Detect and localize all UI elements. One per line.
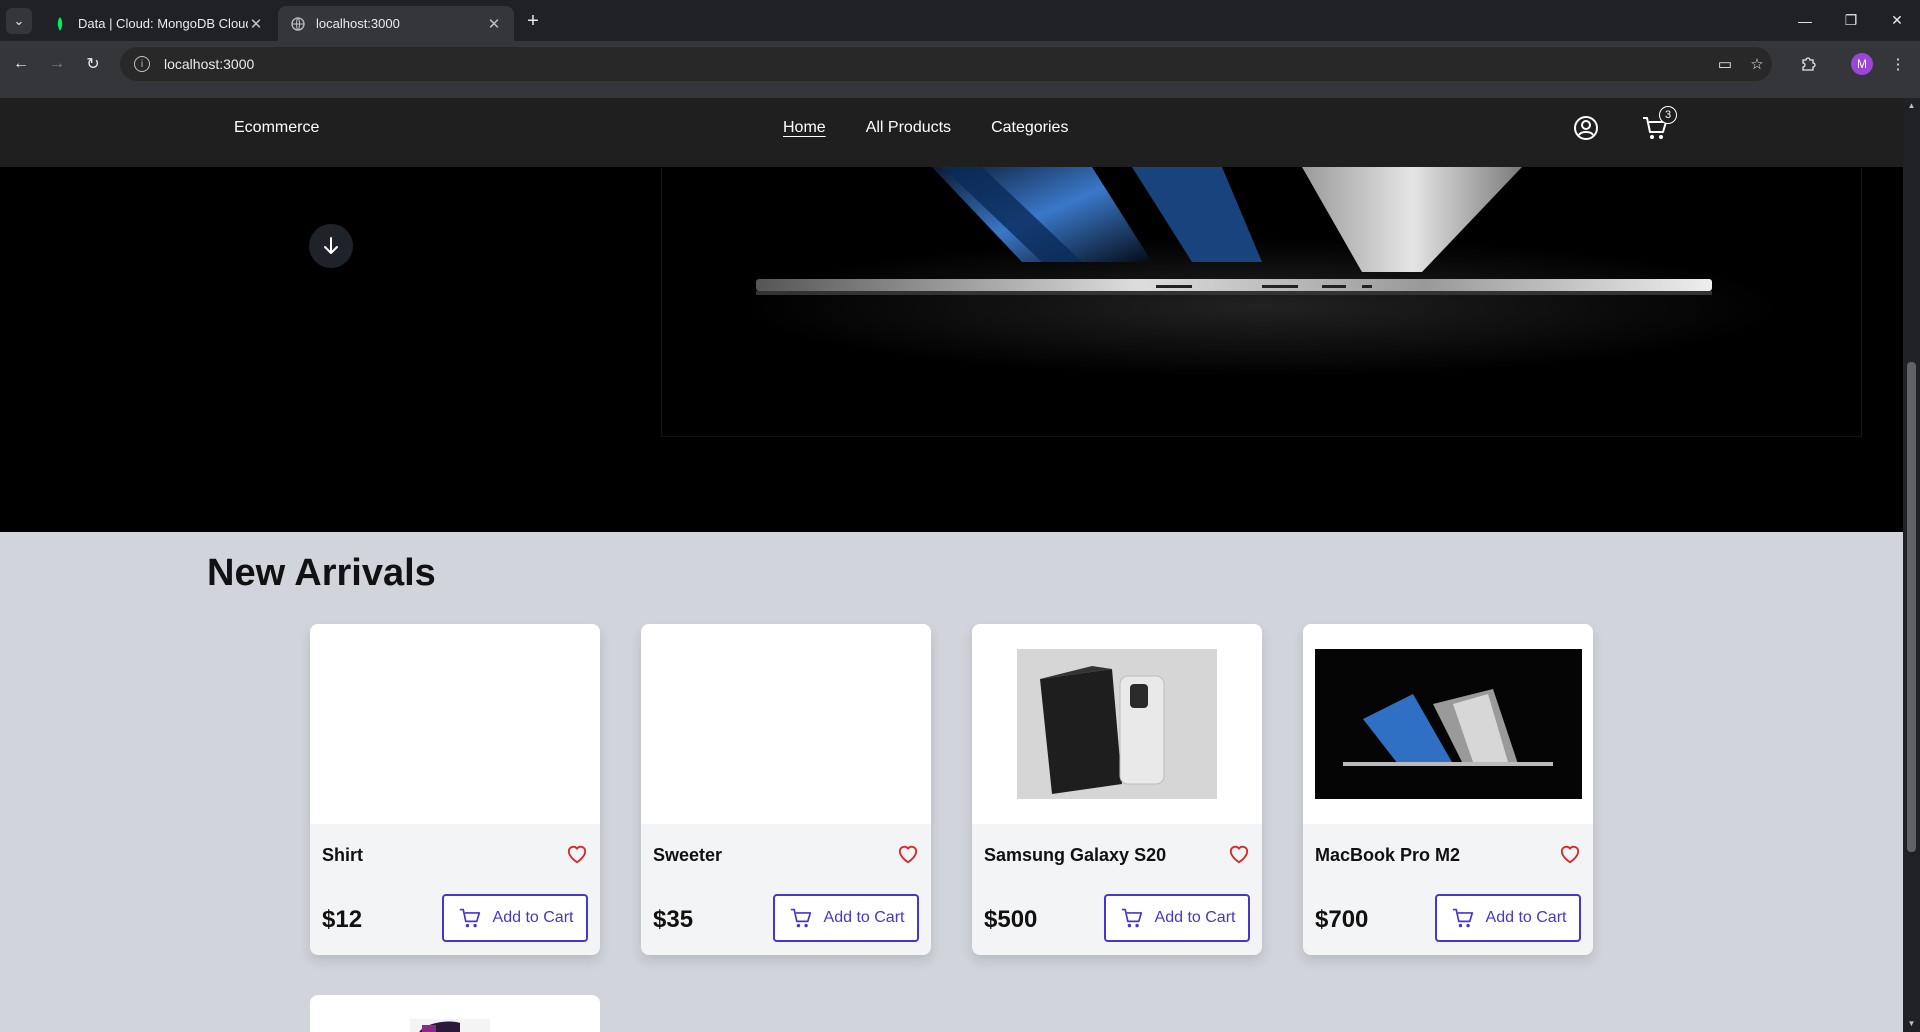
scroll-down-button[interactable] xyxy=(309,224,353,268)
back-arrow-icon[interactable]: ← xyxy=(8,51,34,77)
browser-chrome: ⌄ Data | Cloud: MongoDB Cloud ✕ localhos… xyxy=(0,0,1920,98)
nav-all-products[interactable]: All Products xyxy=(866,119,951,137)
profile-avatar[interactable]: M xyxy=(1851,53,1873,75)
heart-icon[interactable] xyxy=(1228,844,1252,866)
nav-categories[interactable]: Categories xyxy=(991,119,1068,137)
product-price: $35 xyxy=(653,906,694,933)
extensions-puzzle-icon[interactable] xyxy=(1795,51,1821,77)
hero-image xyxy=(661,167,1862,437)
add-to-cart-label: Add to Cart xyxy=(492,909,574,926)
tab-search-button[interactable]: ⌄ xyxy=(6,8,32,34)
mongodb-leaf-icon xyxy=(52,16,68,32)
main-nav: Home All Products Categories xyxy=(783,119,1068,137)
product-card[interactable]: MacBook Pro M2 $700 Add to Cart xyxy=(1303,624,1593,955)
heart-icon[interactable] xyxy=(566,844,590,866)
product-name[interactable]: Samsung Galaxy S20 xyxy=(984,845,1166,866)
tab-localhost[interactable]: localhost:3000 ✕ xyxy=(278,6,514,41)
hero-banner xyxy=(0,167,1903,532)
address-bar[interactable]: i localhost:3000 xyxy=(120,47,1772,81)
bookmark-star-icon[interactable]: ☆ xyxy=(1744,51,1770,77)
product-card[interactable]: Samsung Galaxy S20 $500 Add to Cart xyxy=(972,624,1262,955)
nav-home[interactable]: Home xyxy=(783,119,826,137)
cart-icon xyxy=(1452,908,1473,928)
close-window-icon[interactable]: ✕ xyxy=(1874,0,1920,41)
tab-strip: ⌄ Data | Cloud: MongoDB Cloud ✕ localhos… xyxy=(0,0,1920,41)
product-image[interactable] xyxy=(972,624,1262,824)
section-title-new-arrivals: New Arrivals xyxy=(207,552,436,594)
product-name[interactable]: Sweeter xyxy=(653,845,722,866)
add-to-cart-label: Add to Cart xyxy=(1485,909,1567,926)
minimize-icon[interactable]: — xyxy=(1782,0,1828,41)
product-name[interactable]: Shirt xyxy=(322,845,363,866)
product-price: $500 xyxy=(984,906,1038,933)
page-viewport: Ecommerce Home All Products Categories 3 xyxy=(0,98,1903,1032)
tab-title: Data | Cloud: MongoDB Cloud xyxy=(78,16,248,31)
close-icon[interactable]: ✕ xyxy=(248,15,264,33)
product-card-partial[interactable] xyxy=(310,995,600,1032)
close-icon[interactable]: ✕ xyxy=(486,15,502,33)
brand-logo[interactable]: Ecommerce xyxy=(234,119,319,137)
tab-mongodb[interactable]: Data | Cloud: MongoDB Cloud ✕ xyxy=(40,6,276,41)
product-card[interactable]: Sweeter $35 Add to Cart xyxy=(641,624,931,955)
restore-icon[interactable]: ❐ xyxy=(1828,0,1874,41)
cart-icon xyxy=(1121,908,1142,928)
scroll-up-arrow-icon[interactable]: ▲ xyxy=(1906,100,1917,111)
add-to-cart-label: Add to Cart xyxy=(823,909,905,926)
product-image[interactable] xyxy=(641,624,931,824)
cart-icon xyxy=(459,908,480,928)
kebab-menu-icon[interactable]: ⋮ xyxy=(1885,51,1911,77)
tab-title: localhost:3000 xyxy=(316,16,400,31)
product-price: $12 xyxy=(322,906,363,933)
add-to-cart-label: Add to Cart xyxy=(1154,909,1236,926)
product-image[interactable] xyxy=(1303,624,1593,824)
site-info-icon[interactable]: i xyxy=(134,56,150,72)
scrollbar-thumb[interactable] xyxy=(1907,362,1916,852)
product-price: $700 xyxy=(1315,906,1369,933)
card-icon[interactable]: ▭ xyxy=(1712,51,1738,77)
cart-count-badge: 3 xyxy=(1659,106,1677,124)
globe-icon xyxy=(290,16,306,32)
product-card[interactable]: Shirt $12 Add to Cart xyxy=(310,624,600,955)
product-name[interactable]: MacBook Pro M2 xyxy=(1315,845,1460,866)
site-header: Ecommerce Home All Products Categories 3 xyxy=(0,98,1903,167)
user-account-icon[interactable] xyxy=(1571,113,1601,143)
url-text: localhost:3000 xyxy=(164,56,255,72)
add-to-cart-button[interactable]: Add to Cart xyxy=(442,894,588,942)
add-to-cart-button[interactable]: Add to Cart xyxy=(1435,894,1581,942)
cart-icon xyxy=(790,908,811,928)
heart-icon[interactable] xyxy=(1559,844,1583,866)
reload-icon[interactable]: ↻ xyxy=(80,51,106,77)
heart-icon[interactable] xyxy=(897,844,921,866)
forward-arrow-icon[interactable]: → xyxy=(44,51,70,77)
add-to-cart-button[interactable]: Add to Cart xyxy=(773,894,919,942)
chevron-down-icon: ⌄ xyxy=(13,13,25,28)
window-controls: — ❐ ✕ xyxy=(1782,0,1920,41)
new-tab-button[interactable]: + xyxy=(520,8,546,34)
arrow-down-icon xyxy=(324,237,338,254)
scroll-down-arrow-icon[interactable]: ▼ xyxy=(1906,1018,1917,1029)
add-to-cart-button[interactable]: Add to Cart xyxy=(1104,894,1250,942)
product-image[interactable] xyxy=(310,624,600,824)
